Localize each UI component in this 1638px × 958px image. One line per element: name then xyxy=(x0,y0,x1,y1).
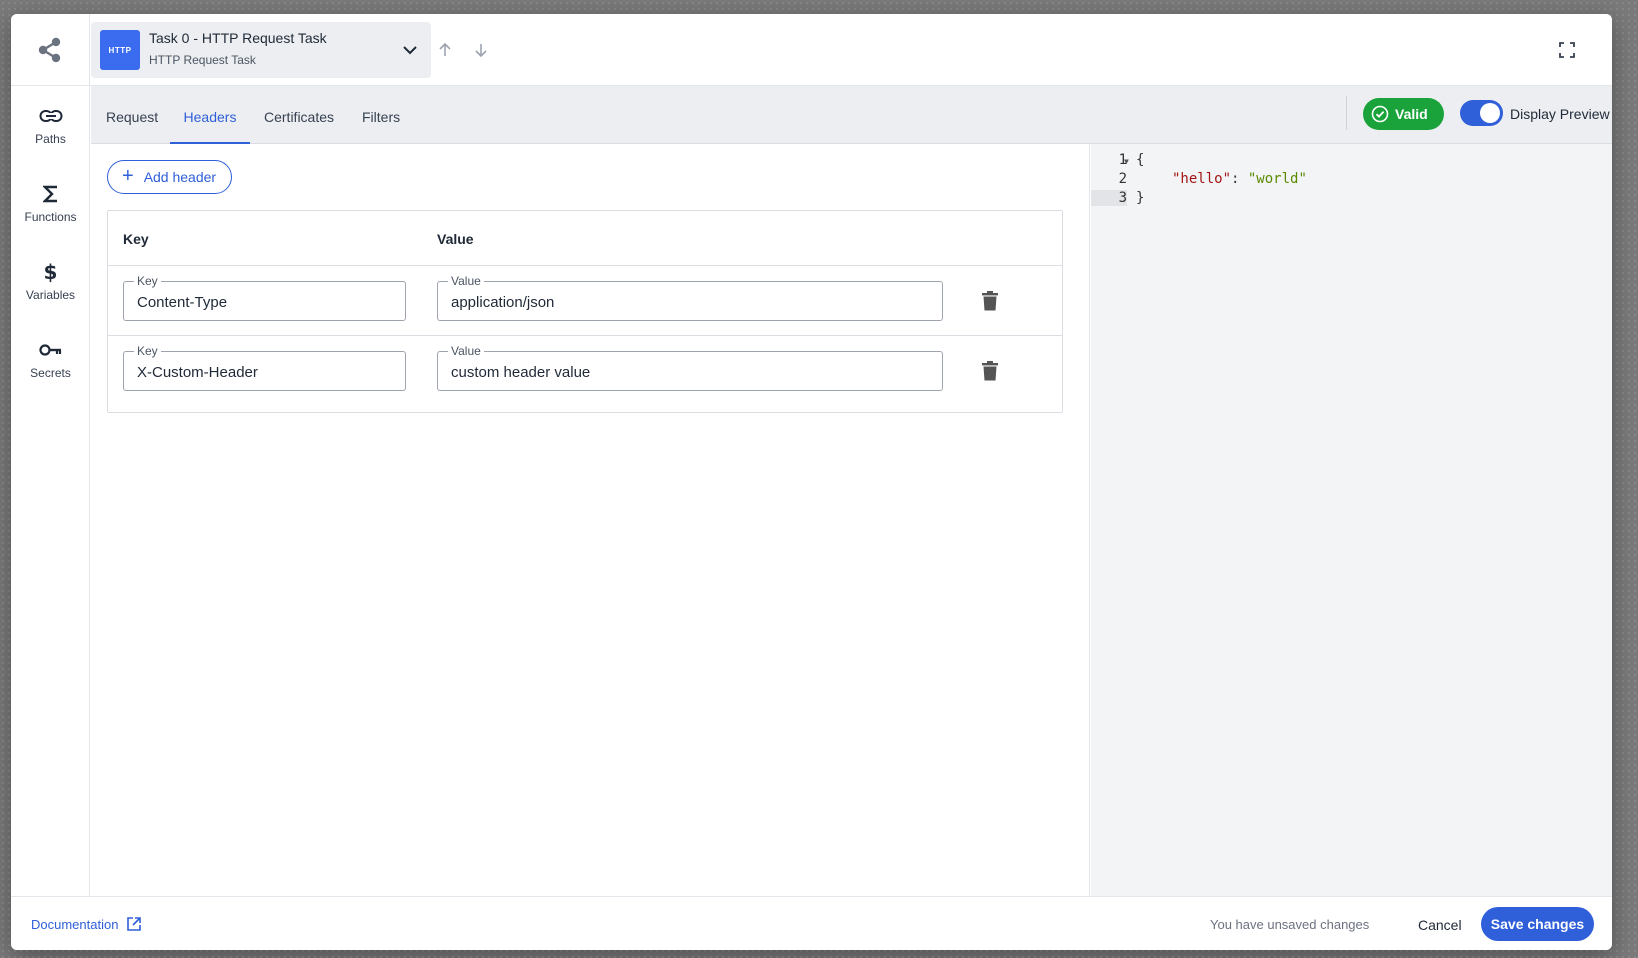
code-line: 1 ▼ { xyxy=(1091,152,1612,171)
header-bar: HTTP Task 0 - HTTP Request Task HTTP Req… xyxy=(11,14,1612,86)
code-line: 2 "hello": "world" xyxy=(1091,171,1612,190)
header-value-input[interactable] xyxy=(451,361,929,383)
sigma-icon xyxy=(42,185,57,203)
sidebar-item-label: Variables xyxy=(25,288,76,302)
code-line: 3 } xyxy=(1091,190,1612,209)
header-value-field[interactable]: Value xyxy=(437,344,943,391)
valid-label: Valid xyxy=(1395,106,1428,122)
code-text: "hello": "world" xyxy=(1172,171,1307,187)
column-header-value: Value xyxy=(437,231,474,247)
field-label: Value xyxy=(448,274,484,288)
header-key-input[interactable] xyxy=(137,361,392,383)
task-selector[interactable]: HTTP Task 0 - HTTP Request Task HTTP Req… xyxy=(91,22,431,78)
sidebar-item-secrets[interactable]: Secrets xyxy=(11,332,90,396)
tab-headers[interactable]: Headers xyxy=(170,86,250,144)
json-preview-editor[interactable]: 1 ▼ { 2 "hello": "world" 3 } xyxy=(1091,144,1612,896)
headers-table: Key Value Key Value xyxy=(107,210,1063,413)
field-label: Key xyxy=(134,344,161,358)
header-key-input[interactable] xyxy=(137,291,392,313)
documentation-label: Documentation xyxy=(31,916,119,932)
delete-header-button[interactable] xyxy=(978,359,1002,383)
link-icon xyxy=(39,110,62,122)
line-number: 3 xyxy=(1091,190,1127,206)
headers-panel: + Add header Key Value Key Value xyxy=(91,144,1090,896)
valid-status-badge: Valid xyxy=(1363,98,1444,130)
move-down-button[interactable] xyxy=(469,38,493,62)
field-label: Key xyxy=(134,274,161,288)
documentation-link[interactable]: Documentation xyxy=(31,916,142,932)
chevron-down-icon[interactable] xyxy=(401,41,419,59)
display-preview-label: Display Preview xyxy=(1510,106,1610,122)
task-subtitle: HTTP Request Task xyxy=(149,53,256,67)
field-label: Value xyxy=(448,344,484,358)
line-number: 1 xyxy=(1118,152,1127,168)
add-header-label: Add header xyxy=(143,169,217,185)
tab-request[interactable]: Request xyxy=(106,86,158,144)
key-icon xyxy=(38,344,61,356)
cancel-button[interactable]: Cancel xyxy=(1418,917,1462,933)
fold-arrow-icon[interactable]: ▼ xyxy=(1124,157,1129,166)
tab-certificates[interactable]: Certificates xyxy=(264,86,336,144)
external-link-icon xyxy=(127,917,142,931)
toggle-knob xyxy=(1480,103,1500,123)
sidebar-item-variables[interactable]: $ Variables xyxy=(11,254,90,318)
sidebar-item-paths[interactable]: Paths xyxy=(11,98,90,162)
side-nav: Paths Functions $ Variables Secrets xyxy=(11,86,90,896)
display-preview-toggle[interactable] xyxy=(1460,100,1503,126)
json-key: "hello" xyxy=(1172,171,1232,187)
http-badge: HTTP xyxy=(100,30,140,70)
code-text: } xyxy=(1136,190,1145,206)
check-circle-icon xyxy=(1371,105,1389,123)
code-text: { xyxy=(1136,152,1145,168)
add-header-button[interactable]: + Add header xyxy=(107,160,232,194)
tabbar-divider xyxy=(1346,96,1347,130)
table-divider xyxy=(108,265,1062,266)
task-editor-modal: HTTP Task 0 - HTTP Request Task HTTP Req… xyxy=(11,14,1612,950)
arrow-down-icon xyxy=(475,44,487,58)
header-value-input[interactable] xyxy=(451,291,929,313)
tab-filters[interactable]: Filters xyxy=(362,86,402,144)
move-up-button[interactable] xyxy=(433,38,457,62)
line-number: 2 xyxy=(1118,171,1127,187)
json-value: "world" xyxy=(1247,171,1307,187)
share-nodes-icon xyxy=(38,37,61,63)
delete-header-button[interactable] xyxy=(978,289,1002,313)
arrow-up-icon xyxy=(439,42,451,56)
fullscreen-button[interactable] xyxy=(1555,38,1579,62)
header-key-field[interactable]: Key xyxy=(123,274,406,321)
task-title: Task 0 - HTTP Request Task xyxy=(149,30,327,46)
header-value-field[interactable]: Value xyxy=(437,274,943,321)
tab-bar: Request Headers Certificates Filters Val… xyxy=(91,86,1612,144)
plus-icon: + xyxy=(122,165,134,187)
trash-icon xyxy=(982,291,998,311)
unsaved-changes-text: You have unsaved changes xyxy=(1210,917,1370,932)
table-divider xyxy=(108,335,1062,336)
trash-icon xyxy=(982,361,998,381)
sidebar-item-label: Secrets xyxy=(30,366,71,380)
header-key-field[interactable]: Key xyxy=(123,344,406,391)
dollar-icon: $ xyxy=(43,260,58,284)
sidebar-item-functions[interactable]: Functions xyxy=(11,176,90,240)
column-header-key: Key xyxy=(123,231,149,247)
json-separator: : xyxy=(1231,171,1248,187)
save-changes-button[interactable]: Save changes xyxy=(1481,907,1594,941)
sidebar-item-label: Paths xyxy=(35,132,66,146)
sidebar-item-label: Functions xyxy=(24,210,77,224)
workflow-logo xyxy=(11,14,90,86)
fullscreen-icon xyxy=(1559,42,1575,58)
footer-bar: Documentation You have unsaved changes C… xyxy=(11,896,1612,950)
